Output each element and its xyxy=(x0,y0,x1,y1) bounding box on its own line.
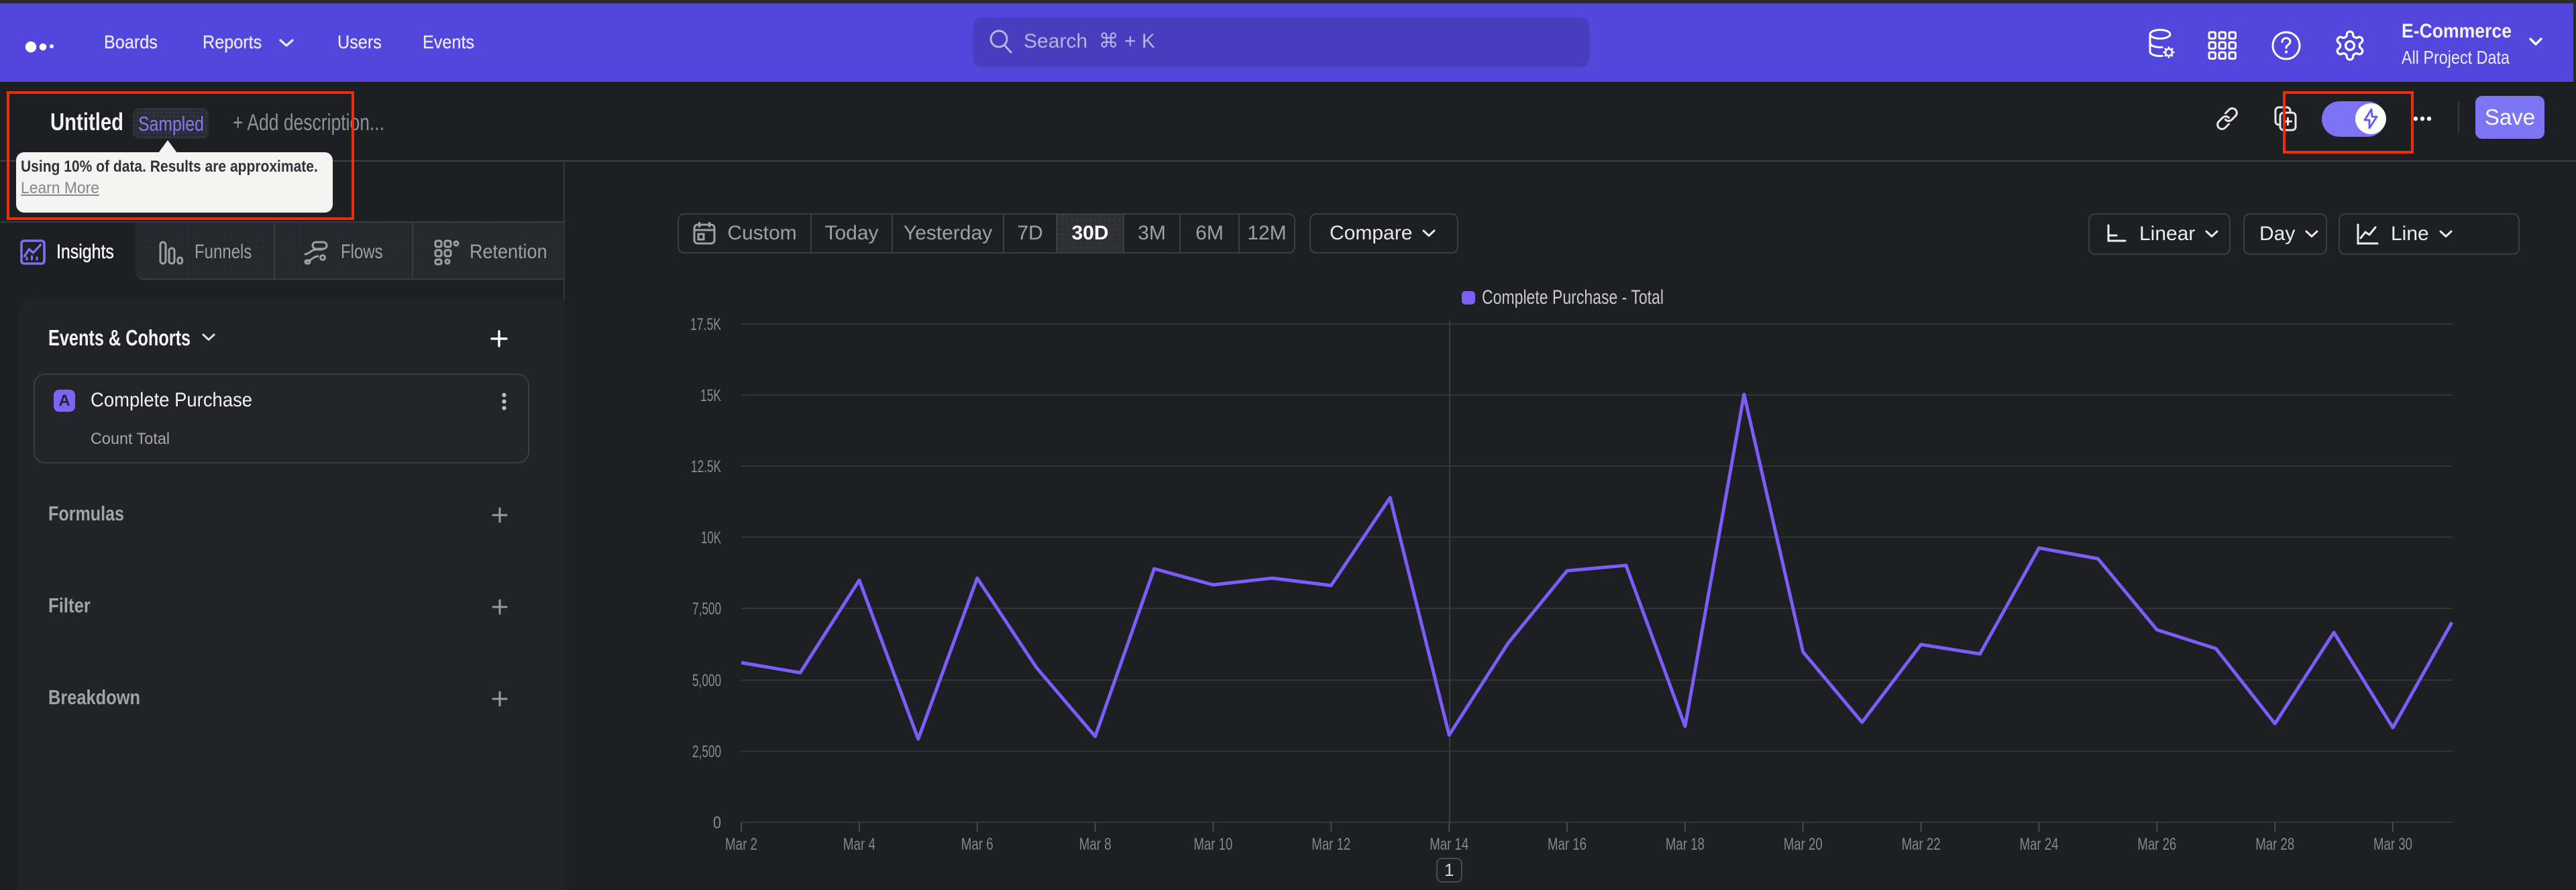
svg-text:Mar 26: Mar 26 xyxy=(2137,835,2176,854)
svg-text:Mar 24: Mar 24 xyxy=(2020,835,2059,854)
svg-text:Mar 20: Mar 20 xyxy=(1784,835,1823,854)
svg-text:Mar 4: Mar 4 xyxy=(843,835,875,854)
svg-text:7,500: 7,500 xyxy=(692,600,721,618)
svg-text:Mar 2: Mar 2 xyxy=(725,835,757,854)
svg-text:5,000: 5,000 xyxy=(692,671,721,690)
svg-text:Complete Purchase - Total: Complete Purchase - Total xyxy=(1482,286,1664,309)
svg-text:Mar 28: Mar 28 xyxy=(2255,835,2294,854)
svg-text:Mar 16: Mar 16 xyxy=(1548,835,1587,854)
svg-text:15K: 15K xyxy=(700,386,721,405)
svg-text:12.5K: 12.5K xyxy=(691,457,721,476)
svg-text:2,500: 2,500 xyxy=(692,742,721,761)
svg-text:0: 0 xyxy=(713,814,721,832)
svg-text:Mar 6: Mar 6 xyxy=(961,835,994,854)
svg-text:1: 1 xyxy=(1444,860,1454,880)
svg-text:Mar 10: Mar 10 xyxy=(1193,835,1232,854)
svg-text:Mar 18: Mar 18 xyxy=(1666,835,1705,854)
svg-text:Mar 14: Mar 14 xyxy=(1430,835,1468,854)
svg-text:Mar 22: Mar 22 xyxy=(1902,835,1941,854)
svg-text:Mar 8: Mar 8 xyxy=(1079,835,1112,854)
svg-text:10K: 10K xyxy=(701,529,721,547)
svg-text:Mar 30: Mar 30 xyxy=(2373,835,2412,854)
svg-text:Mar 12: Mar 12 xyxy=(1311,835,1350,854)
svg-text:17.5K: 17.5K xyxy=(690,315,721,334)
